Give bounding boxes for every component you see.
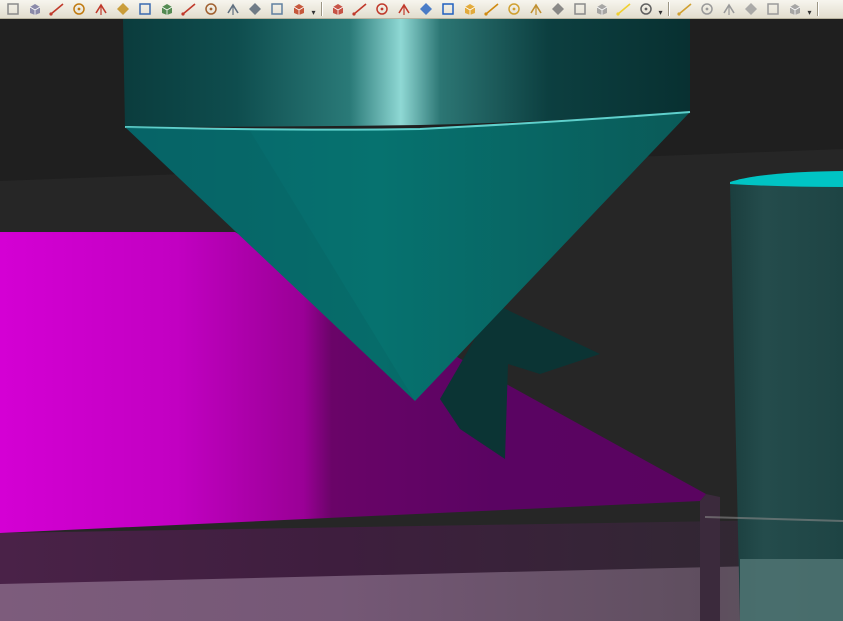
magic-wand-button[interactable] — [200, 1, 221, 17]
gauge-icon — [226, 3, 239, 15]
midpoint-snap-icon — [722, 3, 735, 15]
pencil-edit-button[interactable] — [134, 1, 155, 17]
view-axis-icon — [397, 3, 410, 15]
circle-snap-button[interactable] — [740, 1, 761, 17]
toolbar-group-edit-tools — [0, 0, 309, 18]
view-top-button[interactable] — [371, 1, 392, 17]
magic-wand-icon — [204, 3, 217, 15]
axes-xyz-button[interactable] — [415, 1, 436, 17]
pointer-button[interactable] — [2, 1, 23, 17]
fire-icon — [293, 4, 304, 15]
view-iso-icon — [332, 4, 343, 15]
curve-snap-icon — [789, 4, 800, 15]
cube-orange-icon — [483, 3, 499, 16]
toolbar-group-view-tools — [325, 0, 656, 18]
cube-orange-button[interactable] — [481, 1, 502, 17]
note-yellow-icon — [615, 3, 631, 16]
right-cylinder — [730, 171, 843, 621]
move-gizmo-button[interactable] — [112, 1, 133, 17]
tangent-snap-button[interactable] — [762, 1, 783, 17]
paint-brush-icon — [72, 3, 85, 15]
monitor-edit-icon — [48, 3, 64, 16]
axes-origin-icon — [441, 3, 454, 15]
cube-yellow-button[interactable] — [459, 1, 480, 17]
rotate-view-icon — [29, 4, 40, 15]
rectangle-icon — [94, 3, 107, 15]
cube-outline-button[interactable] — [569, 1, 590, 17]
scene-canvas[interactable] — [0, 19, 843, 621]
cube-side-icon — [507, 3, 520, 15]
move-gizmo-icon — [116, 3, 129, 15]
curve-snap-button[interactable] — [784, 1, 805, 17]
view-top-icon — [375, 3, 388, 15]
toolbar-group-snap-tools — [672, 0, 805, 18]
layers-button[interactable] — [156, 1, 177, 17]
magenta-block-edge — [700, 494, 720, 621]
top-cylinder — [123, 19, 690, 127]
circle-snap-icon — [744, 3, 757, 15]
zoom-box-button[interactable] — [266, 1, 287, 17]
hand-pointer-button[interactable] — [674, 1, 695, 17]
note-yellow-button[interactable] — [613, 1, 634, 17]
hand-pointer-icon — [676, 3, 692, 16]
line-snap-button[interactable] — [696, 1, 717, 17]
cube-yellow-icon — [464, 4, 475, 15]
cube-outline-icon — [573, 3, 586, 15]
pointer-icon — [6, 3, 19, 15]
magnet-button[interactable] — [635, 1, 656, 17]
toolbar-separator — [318, 1, 325, 17]
scatter-tool-button[interactable] — [178, 1, 199, 17]
cube-side-button[interactable] — [503, 1, 524, 17]
zoom-box-icon — [270, 3, 283, 15]
cube-wire-button[interactable] — [547, 1, 568, 17]
midpoint-snap-button[interactable] — [718, 1, 739, 17]
view-axis-button[interactable] — [393, 1, 414, 17]
gauge-button[interactable] — [222, 1, 243, 17]
rectangle-button[interactable] — [90, 1, 111, 17]
toolbar-overflow-chevron-icon[interactable]: ▾ — [309, 1, 318, 17]
line-snap-icon — [700, 3, 713, 15]
fire-button[interactable] — [288, 1, 309, 17]
tangent-snap-icon — [766, 3, 779, 15]
paint-brush-button[interactable] — [68, 1, 89, 17]
view-front-icon — [351, 3, 367, 16]
toolbar-overflow-chevron-icon[interactable]: ▾ — [656, 1, 665, 17]
right-cylinder-floor-reflection — [740, 559, 843, 621]
view-iso-button[interactable] — [327, 1, 348, 17]
axes-origin-button[interactable] — [437, 1, 458, 17]
network-button[interactable] — [244, 1, 265, 17]
pencil-edit-icon — [138, 3, 151, 15]
cube-wire-icon — [551, 3, 564, 15]
3d-viewport[interactable] — [0, 19, 843, 621]
toolbar-separator — [814, 1, 821, 17]
network-icon — [248, 3, 261, 15]
rotate-view-button[interactable] — [24, 1, 45, 17]
axes-xyz-icon — [419, 3, 432, 15]
toolbar-separator — [665, 1, 672, 17]
arrow-down-icon — [596, 4, 607, 15]
magnet-icon — [639, 3, 652, 15]
layers-icon — [161, 4, 172, 15]
toolbar-overflow-chevron-icon[interactable]: ▾ — [805, 1, 814, 17]
arrow-down-button[interactable] — [591, 1, 612, 17]
scatter-tool-icon — [180, 3, 196, 16]
cube-back-icon — [529, 3, 542, 15]
monitor-edit-button[interactable] — [46, 1, 67, 17]
cube-back-button[interactable] — [525, 1, 546, 17]
main-toolbar: ▾ ▾ ▾ — [0, 0, 843, 19]
view-front-button[interactable] — [349, 1, 370, 17]
